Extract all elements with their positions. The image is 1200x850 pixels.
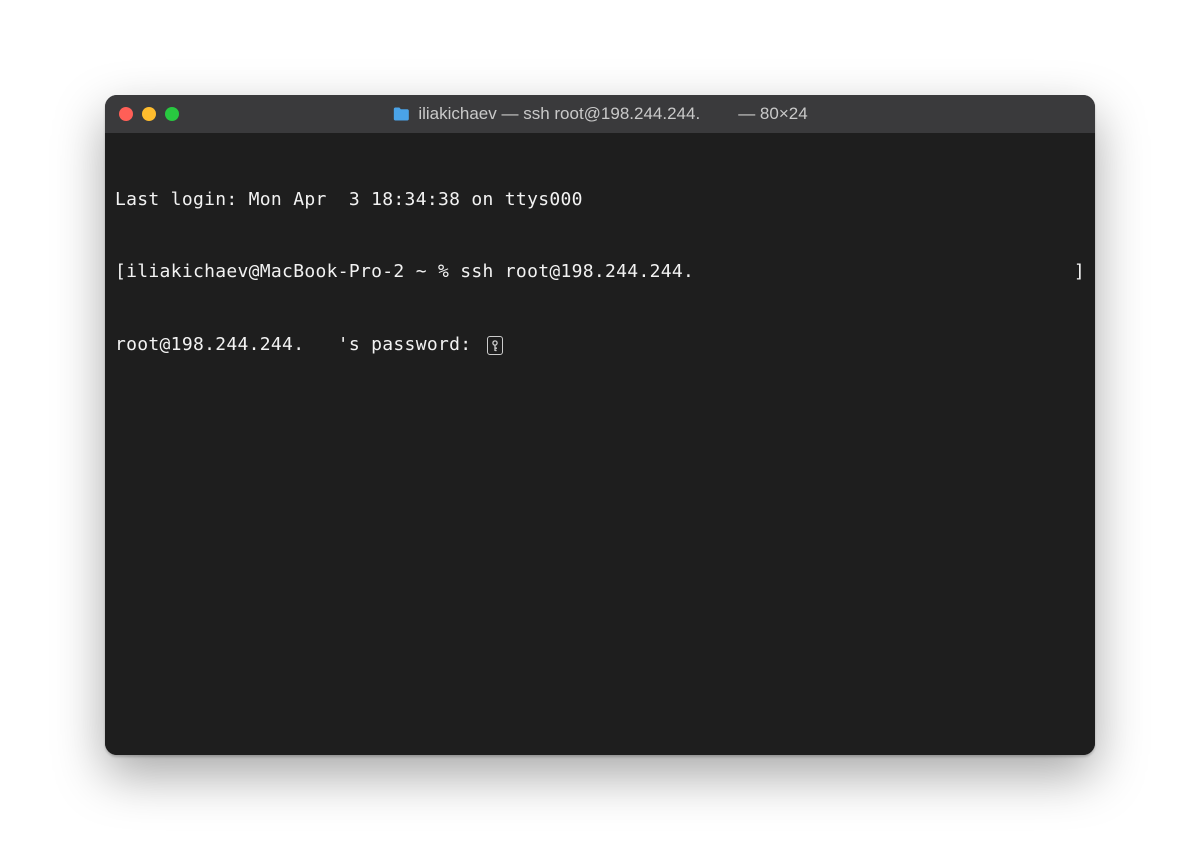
window-title-main: iliakichaev — ssh root@198.244.244. [418,104,700,124]
close-button[interactable] [119,107,133,121]
terminal-line-1: Last login: Mon Apr 3 18:34:38 on ttys00… [115,188,1085,212]
left-bracket: [ [115,261,126,282]
maximize-button[interactable] [165,107,179,121]
folder-icon [392,107,410,121]
window-title: iliakichaev — ssh root@198.244.244. — 80… [392,104,807,124]
right-bracket: ] [1074,260,1085,284]
traffic-lights [119,107,179,121]
title-bar[interactable]: iliakichaev — ssh root@198.244.244. — 80… [105,95,1095,133]
terminal-line-2: [iliakichaev@MacBook-Pro-2 ~ % ssh root@… [115,260,1085,284]
prompt-left: [iliakichaev@MacBook-Pro-2 ~ % ssh root@… [115,260,694,284]
terminal-line-3: root@198.244.244. 's password: [115,333,1085,357]
shell-prompt: iliakichaev@MacBook-Pro-2 ~ % ssh root@1… [126,261,694,282]
terminal-body[interactable]: Last login: Mon Apr 3 18:34:38 on ttys00… [105,133,1095,755]
minimize-button[interactable] [142,107,156,121]
password-prompt: root@198.244.244. 's password: [115,333,483,357]
terminal-window: iliakichaev — ssh root@198.244.244. — 80… [105,95,1095,755]
key-icon [487,336,503,355]
last-login-text: Last login: Mon Apr 3 18:34:38 on ttys00… [115,188,583,212]
window-title-size: — 80×24 [738,104,807,124]
